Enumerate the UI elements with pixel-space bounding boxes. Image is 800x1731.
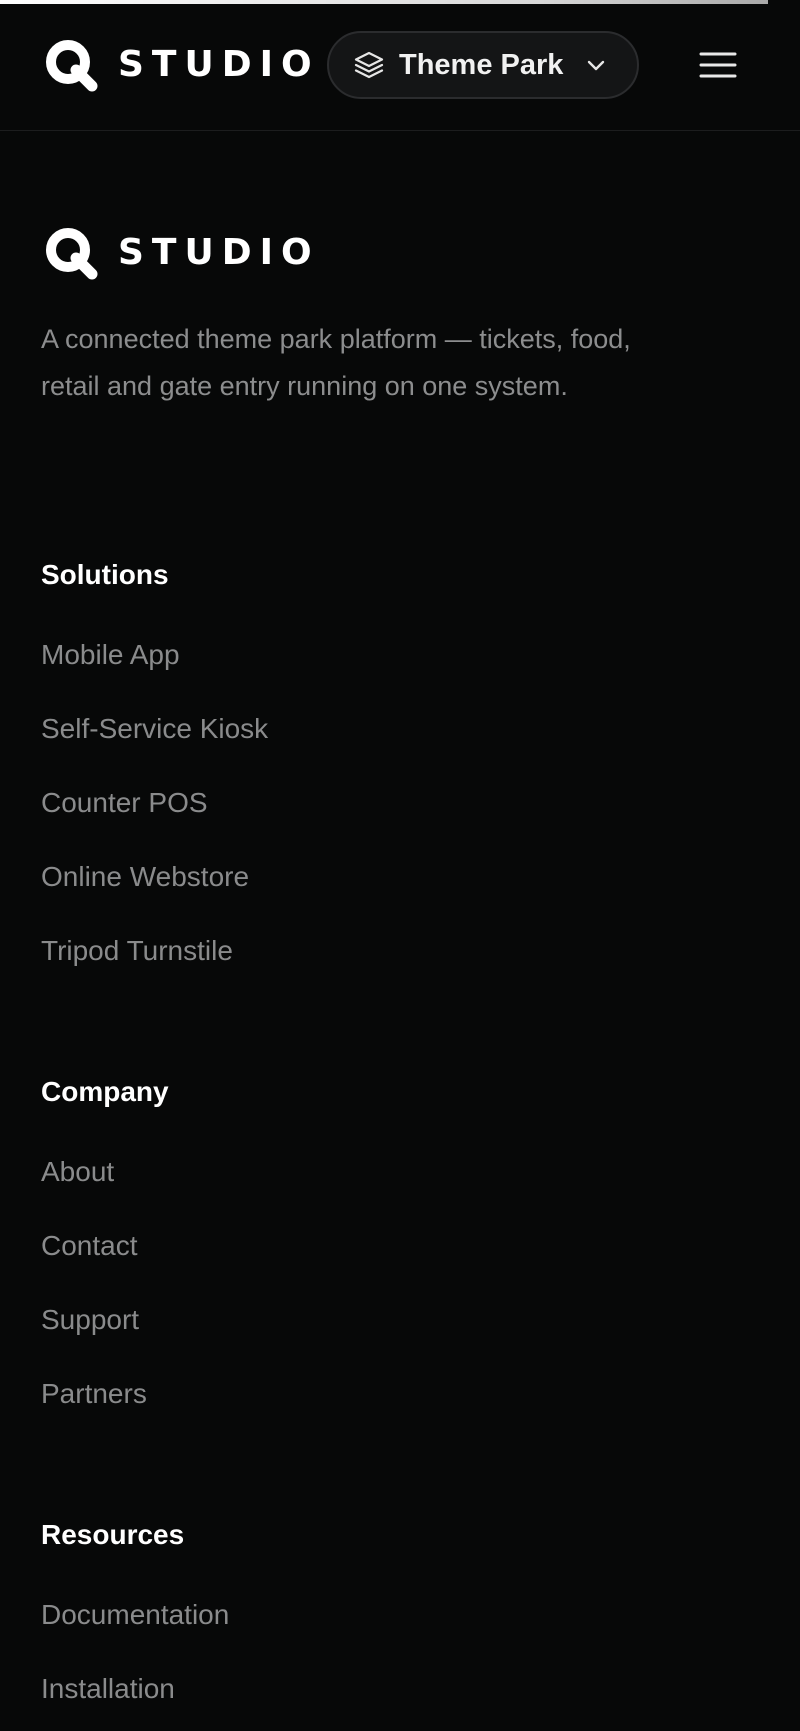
footer-link-online-webstore[interactable]: Online Webstore — [41, 861, 249, 893]
hamburger-menu-icon[interactable] — [698, 47, 738, 83]
header-logo-link[interactable]: STUDIO — [44, 38, 320, 92]
footer-tagline: A connected theme park platform — ticket… — [41, 324, 631, 401]
footer-link-tripod-turnstile[interactable]: Tripod Turnstile — [41, 935, 233, 967]
footer-link-installation[interactable]: Installation — [41, 1673, 175, 1705]
footer-link-about[interactable]: About — [41, 1156, 114, 1188]
footer-heading-company: Company — [41, 1076, 169, 1107]
footer-link-support[interactable]: Support — [41, 1304, 139, 1336]
footer-link-documentation[interactable]: Documentation — [41, 1599, 229, 1631]
layers-icon — [354, 51, 384, 79]
footer-link-contact[interactable]: Contact — [41, 1230, 138, 1262]
chevron-down-icon — [588, 60, 605, 71]
footer-heading-solutions: Solutions — [41, 559, 169, 590]
footer-wordmark: STUDIO — [118, 232, 320, 273]
footer-link-mobile-app[interactable]: Mobile App — [41, 639, 180, 671]
footer-link-counter-pos[interactable]: Counter POS — [41, 787, 208, 819]
footer-link-partners[interactable]: Partners — [41, 1378, 147, 1410]
header-wordmark: STUDIO — [118, 44, 320, 85]
footer-logo-link[interactable]: STUDIO — [44, 226, 320, 280]
top-navigation-bar: STUDIO Theme Park — [0, 0, 800, 131]
product-switcher-label: Theme Park — [399, 48, 564, 81]
product-switcher-dropdown[interactable]: Theme Park — [327, 31, 639, 99]
footer-link-self-service-kiosk[interactable]: Self-Service Kiosk — [41, 713, 268, 745]
logo-icon — [46, 228, 98, 280]
footer-heading-resources: Resources — [41, 1519, 185, 1550]
logo-icon — [46, 40, 98, 92]
